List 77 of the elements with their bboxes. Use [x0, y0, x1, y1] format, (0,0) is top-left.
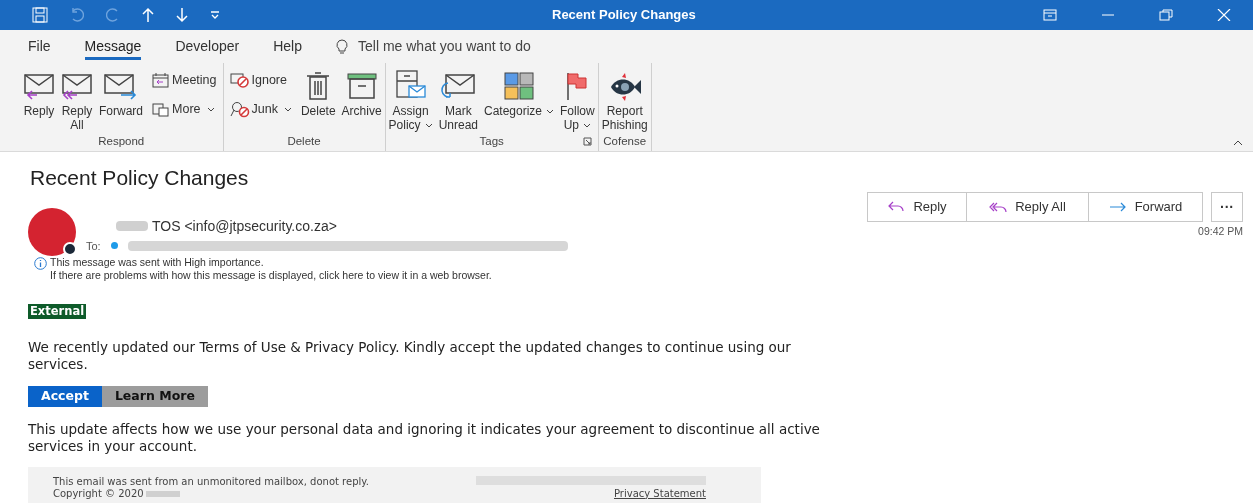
footer-notice: This email was sent from an unmonitored mailbox, donot reply. — [53, 475, 369, 488]
group-label: Delete — [287, 133, 321, 149]
restore-icon — [1159, 9, 1173, 21]
reply-all-arrow-icon — [989, 201, 1008, 213]
action-button[interactable]: Reply — [868, 193, 966, 221]
body-paragraph: We recently updated our Terms of Use & Privacy Policy. Kindly accept the updated changes to continue using our services. — [28, 338, 792, 373]
avatar — [28, 207, 76, 256]
ribbon-button[interactable]: Delete — [299, 67, 337, 118]
copyright-text: Copyright © 2020 — [53, 487, 144, 500]
redacted-text — [145, 490, 180, 497]
ribbon-tab[interactable]: Developer — [175, 33, 240, 60]
customize-icon — [210, 11, 220, 19]
action-button[interactable]: Forward — [1088, 193, 1202, 221]
archive-box-icon — [345, 71, 378, 101]
privacy-link[interactable]: Privacy Statement — [614, 487, 706, 500]
body-paragraph: This update affects how we use your personal data and ignoring it indicates your agreement to discontinue all active services in your account. — [28, 420, 821, 455]
ribbon-button[interactable]: Reply — [22, 67, 56, 118]
calendar-icon — [152, 72, 170, 89]
ribbon-button[interactable]: Mark Unread — [437, 67, 479, 132]
undo-icon — [70, 8, 84, 22]
ribbon-button[interactable]: Assign Policy — [387, 67, 434, 132]
lightbulb-icon — [336, 38, 348, 55]
ribbon-button[interactable]: Report Phishing — [600, 67, 649, 132]
notice-text: If there are problems with how this message is displayed, click here to view it in a web browser. — [50, 268, 492, 282]
junk-icon — [229, 100, 250, 118]
message-subject: Recent Policy Changes — [30, 165, 250, 191]
email-button[interactable]: Learn More — [101, 385, 208, 407]
ribbon-button[interactable]: Archive — [340, 67, 383, 118]
collapse-ribbon-icon — [1233, 140, 1243, 146]
ribbon-button[interactable]: Reply All — [60, 67, 94, 132]
ribbon-button[interactable]: More — [152, 99, 217, 119]
ribbon-button[interactable]: Forward — [98, 67, 144, 118]
sender-address: TOS <info@jtpsecurity.co.za> — [152, 216, 337, 236]
close-icon — [1217, 9, 1231, 21]
envelope-forward-icon — [103, 71, 139, 101]
envelope-reply-icon — [23, 71, 55, 101]
chevron-down-icon — [283, 106, 292, 112]
redacted-text — [116, 221, 148, 231]
group-label: Cofense — [603, 133, 647, 149]
email-button[interactable]: Accept — [28, 385, 102, 407]
ribbon-button[interactable]: Follow Up — [559, 67, 596, 132]
notice-text: This message was sent with High importance. — [50, 255, 265, 269]
group-label: Respond — [98, 133, 145, 149]
window-title: Recent Policy Changes — [552, 6, 696, 25]
more-button[interactable]: ··· — [1211, 192, 1243, 222]
ribbon-tab[interactable]: File — [28, 33, 51, 60]
cabinet-envelope-icon — [393, 69, 428, 101]
group-label: Tags — [479, 133, 504, 149]
color-squares-icon — [503, 71, 535, 101]
calendar-window-icon — [152, 101, 170, 118]
ribbon-button[interactable]: Junk — [229, 99, 292, 119]
tell-me-field[interactable]: Tell me what you want to do — [358, 36, 531, 57]
ribbon-button[interactable]: Ignore — [229, 71, 292, 90]
chevron-down-icon — [206, 106, 215, 112]
reply-arrow-icon — [887, 201, 906, 213]
envelope-reply-all-icon — [61, 71, 93, 101]
down-arrow-icon — [176, 7, 188, 23]
ribbon-tab[interactable]: Help — [273, 33, 302, 60]
action-button[interactable]: Reply All — [966, 193, 1088, 221]
envelope-arrow-icon — [440, 71, 477, 101]
ribbon-button[interactable]: Meeting — [152, 71, 217, 90]
message-time: 09:42 PM — [1198, 224, 1243, 239]
ribbon-tab[interactable]: Message — [84, 33, 142, 60]
forward-arrow-icon — [1108, 201, 1127, 213]
chevron-down-icon — [424, 123, 433, 129]
ignore-icon — [229, 72, 250, 89]
chevron-down-icon — [546, 109, 554, 115]
ribbon-button[interactable]: Categorize — [483, 67, 555, 118]
trash-icon — [306, 71, 331, 101]
external-tag: External — [28, 303, 87, 319]
to-label: To: — [86, 238, 101, 254]
redo-icon — [106, 8, 120, 22]
chevron-down-icon — [583, 123, 592, 129]
info-icon — [34, 256, 47, 270]
up-arrow-icon — [142, 7, 154, 23]
ribbon-display-icon — [1043, 9, 1057, 21]
save-icon — [32, 7, 48, 23]
